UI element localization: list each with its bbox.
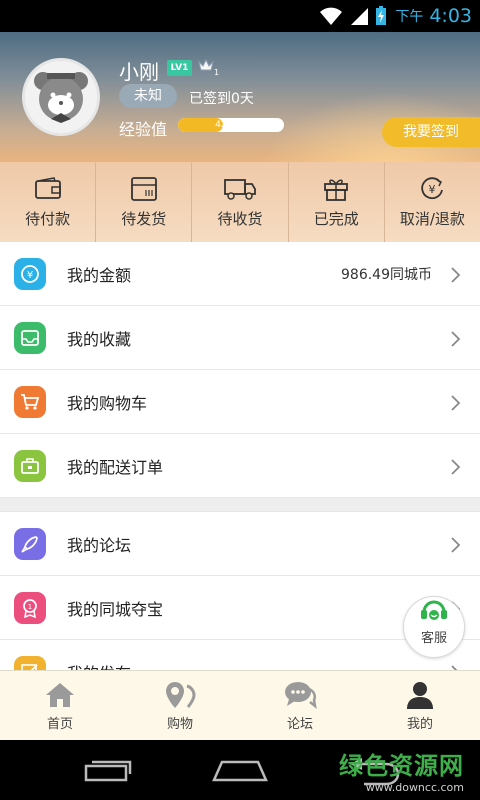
level-badge: LV1 xyxy=(167,60,192,76)
tab-mine[interactable]: 我的 xyxy=(360,671,480,740)
menu-item-delivery-orders[interactable]: 我的配送订单 xyxy=(0,434,480,498)
order-label: 待付款 xyxy=(25,210,71,228)
wifi-icon xyxy=(320,7,343,25)
coin-icon: ¥ xyxy=(14,258,46,290)
user-icon xyxy=(407,682,433,709)
order-label: 已完成 xyxy=(313,210,359,228)
menu-label: 我的收藏 xyxy=(67,329,132,349)
status-ampm: 下午 xyxy=(395,9,424,25)
username: 小刚 xyxy=(119,60,159,84)
order-status-bar: 待付款 待发货 待收货 已完成 ¥ 取消/退款 xyxy=(0,162,480,242)
member-status-badge: 未知 xyxy=(119,84,177,108)
home-icon xyxy=(46,683,74,707)
status-time: 4:03 xyxy=(429,5,472,27)
chevron-right-icon xyxy=(451,267,461,283)
crown-icon xyxy=(198,58,214,71)
home-button-icon[interactable] xyxy=(212,758,268,784)
menu-item-balance[interactable]: ¥ 我的金额 986.49同城币 xyxy=(0,242,480,306)
crown-count: 1 xyxy=(214,68,220,77)
watermark: 绿色资源网 www.downcc.com xyxy=(339,746,464,794)
cart-icon xyxy=(14,386,46,418)
menu-item-favorites[interactable]: 我的收藏 xyxy=(0,306,480,370)
tab-label: 首页 xyxy=(46,717,73,732)
tab-forum[interactable]: 论坛 xyxy=(240,671,360,740)
headset-icon xyxy=(421,600,447,620)
menu-list: ¥ 我的金额 986.49同城币 我的收藏 我的购物车 我的配送订单 我的论坛 xyxy=(0,242,480,670)
menu-item-cart[interactable]: 我的购物车 xyxy=(0,370,480,434)
exp-progress-bar: 42/100 xyxy=(178,118,284,132)
menu-label: 我的同城夺宝 xyxy=(67,599,164,619)
chat-icon xyxy=(285,682,317,710)
balance-value: 986.49同城币 xyxy=(341,266,432,283)
chevron-right-icon xyxy=(451,395,461,411)
menu-label: 我的购物车 xyxy=(67,393,148,413)
briefcase-icon xyxy=(14,450,46,482)
avatar[interactable] xyxy=(22,58,100,136)
inbox-icon xyxy=(14,322,46,354)
rocket-icon xyxy=(14,528,46,560)
shopping-icon xyxy=(166,682,196,708)
package-icon xyxy=(130,177,157,201)
tab-label: 购物 xyxy=(166,717,193,732)
menu-label: 我的论坛 xyxy=(67,535,132,555)
order-label: 待收货 xyxy=(217,210,263,228)
truck-icon xyxy=(224,179,256,200)
tab-label: 我的 xyxy=(406,717,433,732)
status-bar: 下午 4:03 xyxy=(0,0,480,32)
medal-icon: 1 xyxy=(14,592,46,624)
customer-service-label: 客服 xyxy=(420,631,447,646)
order-pending-shipment[interactable]: 待发货 xyxy=(96,162,193,242)
battery-icon xyxy=(376,6,387,25)
svg-text:¥: ¥ xyxy=(27,270,33,281)
menu-label: 我的配送订单 xyxy=(67,457,164,477)
wallet-icon xyxy=(34,177,61,199)
tab-home[interactable]: 首页 xyxy=(0,671,120,740)
edit-icon xyxy=(14,656,46,670)
order-completed[interactable]: 已完成 xyxy=(289,162,385,242)
bear-avatar-icon xyxy=(34,72,88,123)
checkin-button[interactable]: 我要签到 xyxy=(382,117,480,147)
section-divider xyxy=(0,498,480,512)
tab-label: 论坛 xyxy=(286,717,313,732)
chevron-right-icon xyxy=(451,459,461,475)
customer-service-button[interactable]: 客服 xyxy=(403,596,465,658)
order-label: 取消/退款 xyxy=(399,210,465,228)
order-pending-payment[interactable]: 待付款 xyxy=(0,162,97,242)
bottom-tab-bar: 首页 购物 论坛 我的 xyxy=(0,670,480,740)
svg-text:¥: ¥ xyxy=(429,183,436,196)
system-nav-bar: 绿色资源网 www.downcc.com xyxy=(0,740,480,800)
status-indicators: 下午 4:03 xyxy=(319,0,472,32)
order-pending-receipt[interactable]: 待收货 xyxy=(192,162,289,242)
menu-label: 我的金额 xyxy=(67,265,132,285)
exp-label: 经验值 xyxy=(119,120,168,139)
profile-header: 小刚 LV1 1 未知 已签到0天 经验值 42/100 我要签到 xyxy=(0,32,480,162)
refund-icon: ¥ xyxy=(421,177,444,200)
signal-icon xyxy=(351,8,369,25)
menu-item-forum[interactable]: 我的论坛 xyxy=(0,512,480,576)
watermark-title: 绿色资源网 xyxy=(339,752,464,780)
order-refund[interactable]: ¥ 取消/退款 xyxy=(385,162,480,242)
tab-shopping[interactable]: 购物 xyxy=(120,671,240,740)
gift-icon xyxy=(324,179,349,201)
menu-label: 我的发布 xyxy=(67,660,131,671)
chevron-right-icon xyxy=(451,537,461,553)
recent-apps-icon[interactable] xyxy=(84,760,132,782)
signed-days: 已签到0天 xyxy=(189,91,254,107)
exp-progress-text: 42/100 xyxy=(215,120,247,130)
watermark-url: www.downcc.com xyxy=(365,781,464,794)
svg-text:1: 1 xyxy=(28,603,32,611)
chevron-right-icon xyxy=(451,331,461,347)
order-label: 待发货 xyxy=(121,210,167,228)
